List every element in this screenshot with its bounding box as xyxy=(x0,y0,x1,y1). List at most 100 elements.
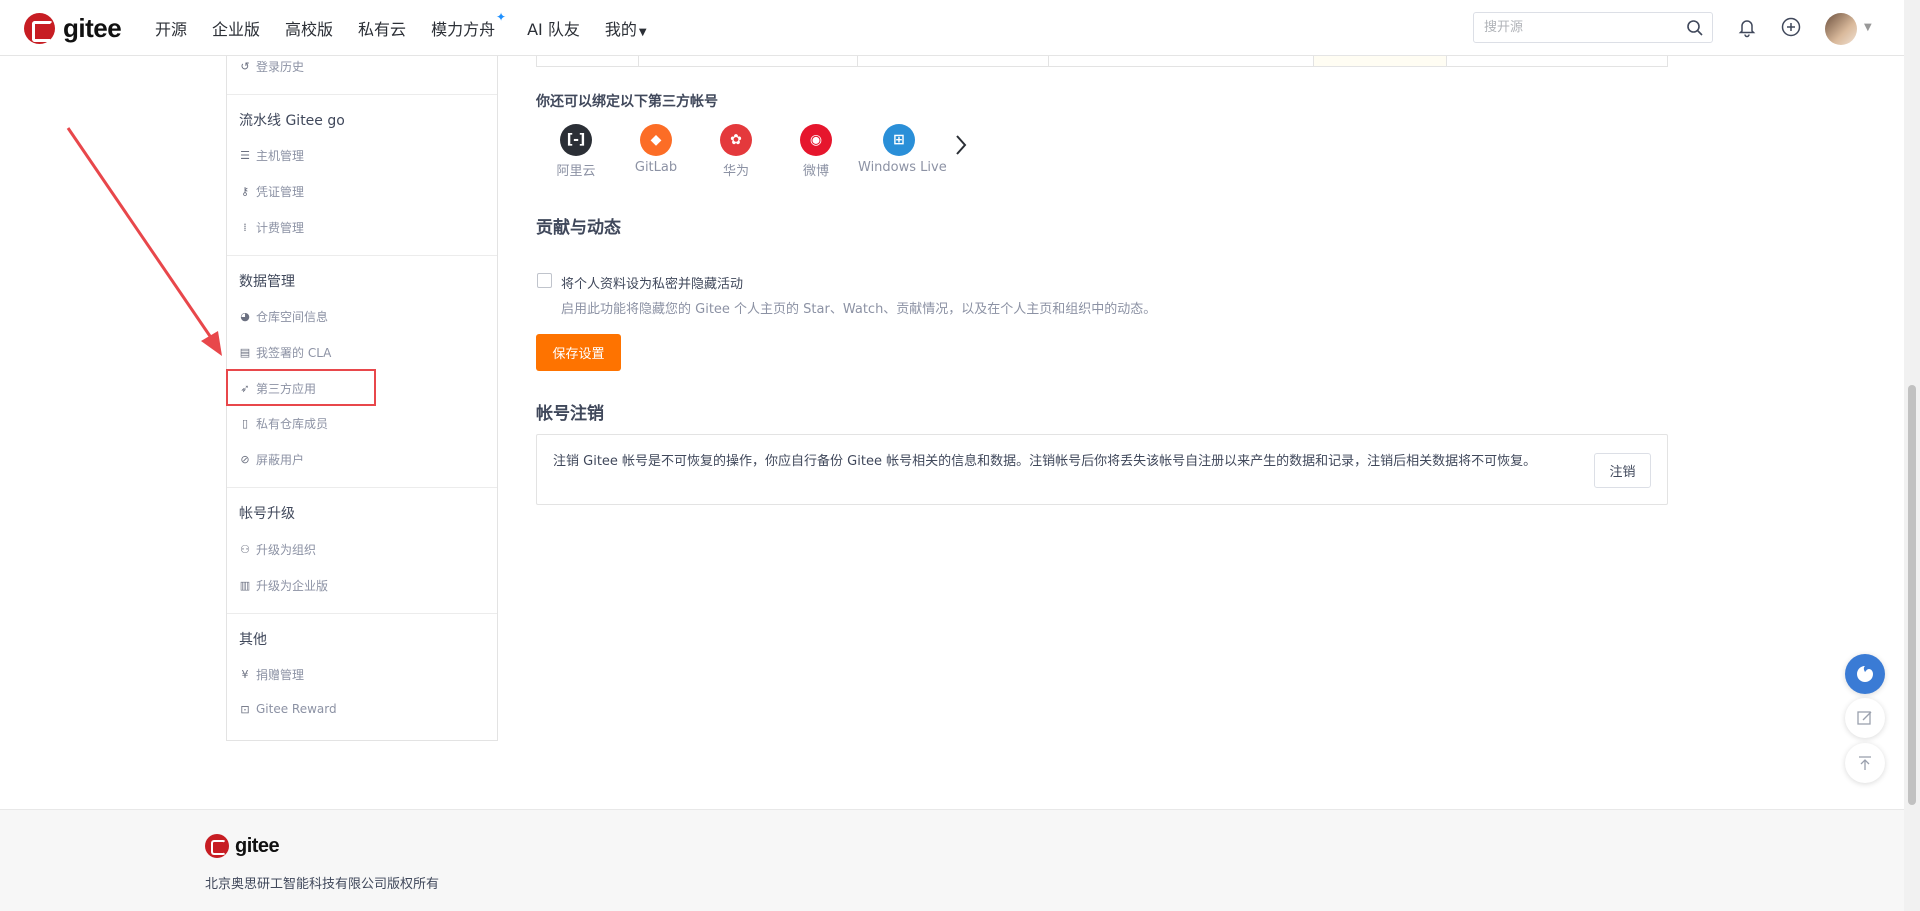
footer-brand-name: gitee xyxy=(235,834,280,857)
cancel-title: 帐号注销 xyxy=(536,404,604,424)
sidebar-item-label: 我签署的 CLA xyxy=(256,346,332,360)
sidebar-item-cla[interactable]: ▤ 我签署的 CLA xyxy=(239,344,332,361)
sidebar-item-repo-space[interactable]: ◕ 仓库空间信息 xyxy=(239,308,328,325)
nav-item-mine-label: 我的 xyxy=(604,20,637,39)
third-party-gitlab[interactable]: ◆ GitLab xyxy=(616,124,696,175)
sidebar-item-donation[interactable]: ¥ 捐赠管理 xyxy=(239,666,305,683)
billing-icon: ⁞ xyxy=(243,221,247,234)
third-party-huawei[interactable]: ✿ 华为 xyxy=(696,124,776,179)
chevron-right-icon[interactable] xyxy=(952,132,970,158)
third-party-label: 微博 xyxy=(802,164,829,179)
sidebar-section-upgrade: 帐号升级 xyxy=(239,506,295,522)
third-party-aliyun[interactable]: [-] 阿里云 xyxy=(536,124,616,179)
sidebar-item-reward[interactable]: ⊡ Gitee Reward xyxy=(239,702,336,716)
building-icon: ▥ xyxy=(239,579,251,592)
third-party-weibo[interactable]: ◉ 微博 xyxy=(776,124,856,179)
third-party-label: 华为 xyxy=(722,164,749,179)
sidebar-divider xyxy=(227,487,497,488)
cancel-account-button[interactable]: 注销 xyxy=(1594,453,1651,488)
sidebar-section-data: 数据管理 xyxy=(239,274,295,290)
sidebar-section-pipeline: 流水线 Gitee go xyxy=(239,113,345,129)
users-icon: ⚇ xyxy=(240,543,250,556)
nav-item-education[interactable]: 高校版 xyxy=(285,16,333,40)
table-col xyxy=(638,56,639,66)
sidebar-divider xyxy=(227,94,497,95)
brand-name: gitee xyxy=(63,13,122,43)
third-party-windows-live[interactable]: ⊞ Windows Live xyxy=(858,124,947,175)
search-box xyxy=(1473,12,1713,43)
pie-chart-icon: ◕ xyxy=(240,310,250,323)
sidebar-item-private-members[interactable]: ▯ 私有仓库成员 xyxy=(239,415,328,432)
sidebar-item-label: 凭证管理 xyxy=(256,185,305,199)
cancel-account-panel: 注销 Gitee 帐号是不可恢复的操作，你应自行备份 Gitee 帐号相关的信息… xyxy=(536,434,1668,505)
assistant-icon xyxy=(1857,666,1873,682)
private-profile-label[interactable]: 将个人资料设为私密并隐藏活动 xyxy=(561,273,743,292)
bell-icon[interactable] xyxy=(1736,16,1758,38)
bind-title: 你还可以绑定以下第三方帐号 xyxy=(536,94,718,110)
block-icon: ⊘ xyxy=(240,453,250,466)
weibo-icon: ◉ xyxy=(800,124,832,156)
table-col xyxy=(1048,56,1049,66)
private-profile-checkbox[interactable] xyxy=(537,273,552,288)
back-to-top-fab[interactable] xyxy=(1845,743,1885,783)
page-footer: gitee 北京奥思研工智能科技有限公司版权所有 xyxy=(0,809,1904,911)
gitee-logo[interactable]: gitee xyxy=(24,13,122,44)
footer-copyright: 北京奥思研工智能科技有限公司版权所有 xyxy=(205,877,440,892)
page-scrollbar-thumb[interactable] xyxy=(1908,385,1916,805)
aliyun-icon: [-] xyxy=(560,124,592,156)
avatar-caret-icon[interactable]: ▼ xyxy=(1864,22,1872,33)
sidebar-item-label: 计费管理 xyxy=(256,221,305,235)
sidebar-item-billing[interactable]: ⁞ 计费管理 xyxy=(239,219,304,236)
gitlab-icon: ◆ xyxy=(640,124,672,156)
nav-item-ai[interactable]: AI 队友 xyxy=(527,16,580,40)
annotation-highlight-box xyxy=(226,369,376,406)
plus-circle-icon[interactable] xyxy=(1780,16,1802,38)
sidebar-item-label: 升级为组织 xyxy=(256,543,317,557)
sidebar-item-label: 私有仓库成员 xyxy=(256,417,329,431)
search-icon[interactable] xyxy=(1686,19,1704,37)
third-party-label: 阿里云 xyxy=(556,164,596,179)
sidebar-item-label: 登录历史 xyxy=(256,60,305,74)
sidebar-item-credentials[interactable]: ⚷ 凭证管理 xyxy=(239,183,304,200)
huawei-icon: ✿ xyxy=(720,124,752,156)
top-header: gitee 开源 企业版 高校版 私有云 模力方舟✦ AI 队友 我的▼ ▼ xyxy=(0,0,1904,56)
nav-item-moli[interactable]: 模力方舟 ✦ xyxy=(431,10,506,40)
arrow-up-icon xyxy=(1859,756,1871,770)
sidebar-item-label: 捐赠管理 xyxy=(256,668,305,682)
sidebar-item-label: 仓库空间信息 xyxy=(256,310,329,324)
nav-item-mine[interactable]: 我的 ▼ xyxy=(605,16,647,40)
search-input[interactable] xyxy=(1474,13,1674,42)
avatar[interactable] xyxy=(1825,13,1857,45)
save-settings-button[interactable]: 保存设置 xyxy=(536,334,621,371)
assistant-fab[interactable] xyxy=(1845,654,1885,694)
sidebar-item-blocked-users[interactable]: ⊘ 屏蔽用户 xyxy=(239,451,304,468)
third-party-label: GitLab xyxy=(634,160,678,175)
table-col xyxy=(1313,56,1446,66)
cancel-account-desc: 注销 Gitee 帐号是不可恢复的操作，你应自行备份 Gitee 帐号相关的信息… xyxy=(553,454,1537,469)
sidebar-item-upgrade-enterprise[interactable]: ▥ 升级为企业版 xyxy=(239,577,328,594)
yen-icon: ¥ xyxy=(241,668,249,681)
windows-icon: ⊞ xyxy=(883,124,915,156)
private-profile-desc: 启用此功能将隐藏您的 Gitee 个人主页的 Star、Watch、贡献情况，以… xyxy=(561,302,1157,317)
footer-logo[interactable]: gitee xyxy=(205,834,280,858)
file-icon: ▤ xyxy=(239,346,251,359)
sidebar-item-upgrade-org[interactable]: ⚇ 升级为组织 xyxy=(239,541,316,558)
reward-icon: ⊡ xyxy=(240,702,250,716)
nav-item-open-source[interactable]: 开源 xyxy=(155,16,187,40)
sidebar-section-other: 其他 xyxy=(239,632,267,648)
server-icon: ☰ xyxy=(240,149,250,162)
nav-item-enterprise[interactable]: 企业版 xyxy=(212,16,260,40)
member-icon: ▯ xyxy=(241,417,249,430)
bound-accounts-table xyxy=(536,56,1668,67)
contrib-title: 贡献与动态 xyxy=(536,218,621,238)
sparkle-icon: ✦ xyxy=(496,10,507,24)
feedback-fab[interactable] xyxy=(1845,698,1885,738)
sidebar-divider xyxy=(227,613,497,614)
gitee-logo-icon xyxy=(24,13,55,44)
table-col xyxy=(857,56,858,66)
sidebar-item-login-history[interactable]: ↺ 登录历史 xyxy=(239,58,304,75)
sidebar-divider xyxy=(227,255,497,256)
gitee-logo-icon xyxy=(205,834,229,858)
sidebar-item-hosts[interactable]: ☰ 主机管理 xyxy=(239,147,304,164)
nav-item-private-cloud[interactable]: 私有云 xyxy=(358,16,406,40)
